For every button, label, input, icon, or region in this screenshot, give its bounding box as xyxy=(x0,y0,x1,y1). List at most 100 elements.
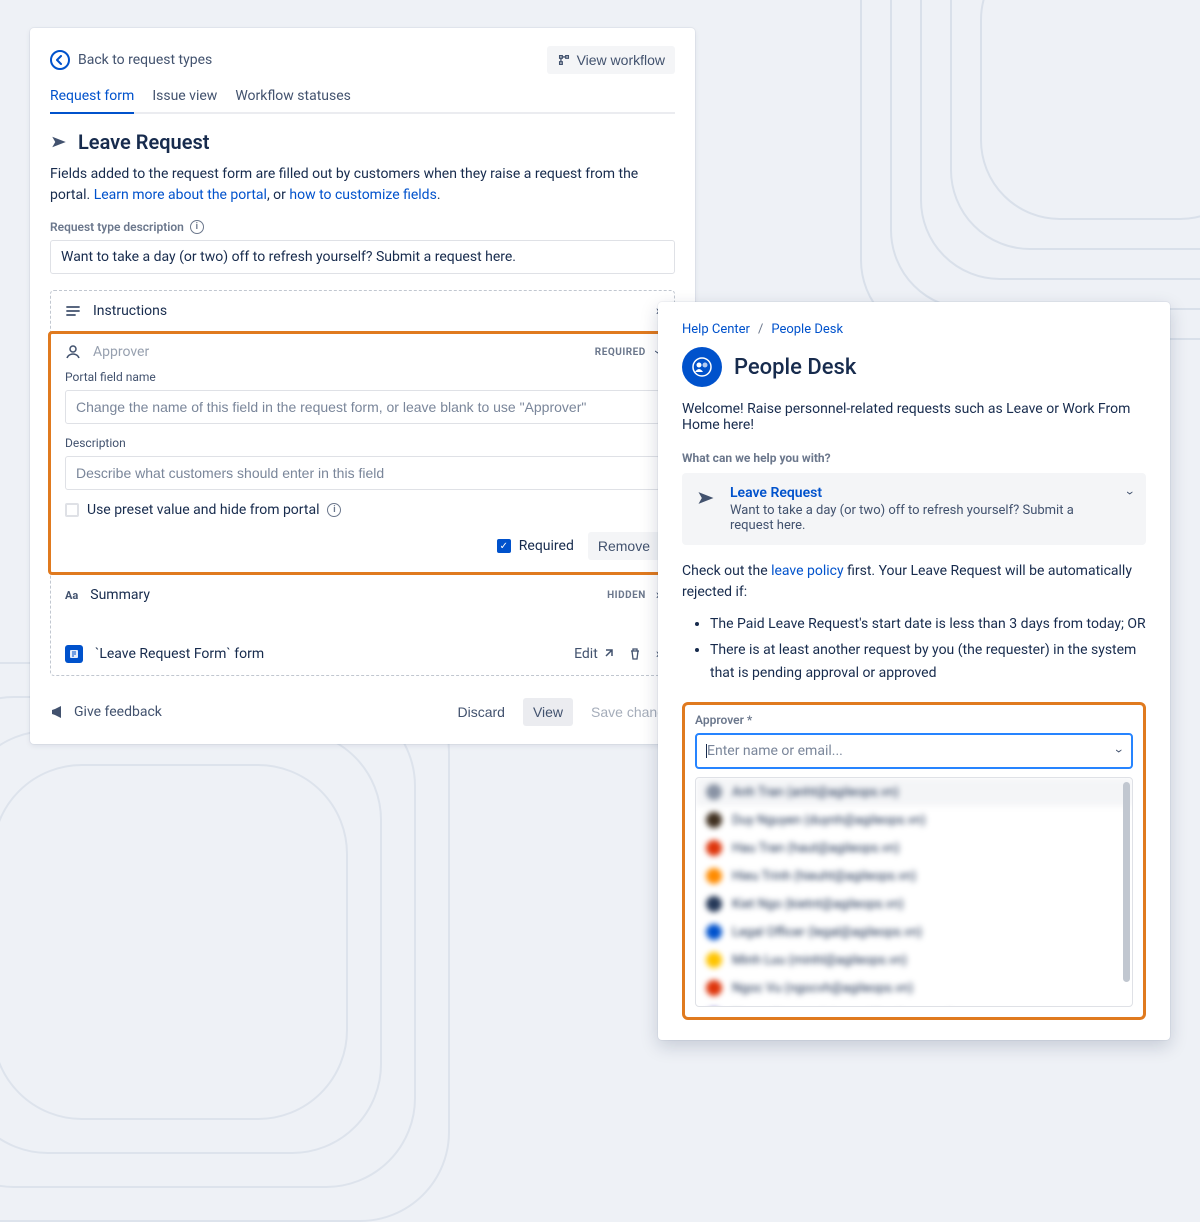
dropdown-item[interactable]: Legal Officer (legal@agileops.vn) xyxy=(696,918,1132,946)
dropdown-item-label: Kiet Ngo (kietnt@agileops.vn) xyxy=(732,897,904,912)
approver-field-label: Approver * xyxy=(695,713,1133,727)
portal-field-label: Portal field name xyxy=(65,370,660,384)
trash-icon[interactable] xyxy=(628,647,642,661)
avatar xyxy=(706,812,722,828)
edit-link[interactable]: Edit xyxy=(574,646,614,662)
bullet-item: There is at least another request by you… xyxy=(710,639,1146,684)
avatar xyxy=(706,840,722,856)
airplane-icon xyxy=(50,133,68,151)
breadcrumb: Help Center / People Desk xyxy=(682,322,1146,337)
description-input[interactable] xyxy=(65,456,660,490)
avatar xyxy=(706,924,722,940)
back-arrow-icon xyxy=(50,50,70,70)
leave-request-form-row[interactable]: `Leave Request Form` form Edit › xyxy=(51,633,674,675)
dropdown-item[interactable]: Hau Tran (haut@agileops.vn) xyxy=(696,834,1132,862)
request-card-title: Leave Request xyxy=(730,485,1114,501)
request-card-subtitle: Want to take a day (or two) off to refre… xyxy=(730,503,1114,533)
portal-preview-panel: Help Center / People Desk People Desk We… xyxy=(658,302,1170,1040)
text-aa-icon: Aa xyxy=(65,589,78,602)
info-icon[interactable]: i xyxy=(327,503,341,517)
dropdown-item-label: Duy Nguyen (duynh@agileops.vn) xyxy=(732,813,926,828)
avatar xyxy=(706,896,722,912)
request-type-card[interactable]: Leave Request Want to take a day (or two… xyxy=(682,473,1146,545)
approver-dropdown: Anh Tran (anht@agileops.vn) Duy Nguyen (d… xyxy=(695,777,1133,1007)
dropdown-item[interactable]: Minh Luu (minhl@agileops.vn) xyxy=(696,946,1132,974)
avatar xyxy=(706,980,722,996)
dropdown-item[interactable]: Duy Nguyen (duynh@agileops.vn) xyxy=(696,806,1132,834)
avatar xyxy=(706,868,722,884)
tab-workflow-statuses[interactable]: Workflow statuses xyxy=(235,88,351,112)
portal-field-name-input[interactable] xyxy=(65,390,660,424)
required-checkbox-row[interactable]: ✓ Required xyxy=(497,538,574,554)
back-link[interactable]: Back to request types xyxy=(50,50,212,70)
avatar xyxy=(706,784,722,800)
dropdown-item-label: Hieu Trinh (hieuht@agileops.vn) xyxy=(732,869,916,884)
discard-button[interactable]: Discard xyxy=(447,698,514,726)
policy-bullets: The Paid Leave Request's start date is l… xyxy=(682,613,1146,684)
portal-welcome: Welcome! Raise personnel-related request… xyxy=(682,401,1146,433)
help-with-label: What can we help you with? xyxy=(682,451,1146,465)
chevron-down-icon: › xyxy=(1122,491,1138,495)
text-lines-icon xyxy=(65,303,81,319)
info-icon[interactable]: i xyxy=(190,220,204,234)
form-doc-icon xyxy=(65,645,83,663)
hidden-badge: HIDDEN xyxy=(607,590,646,601)
approver-select-input[interactable]: Enter name or email... › xyxy=(695,733,1133,769)
instructions-label: Instructions xyxy=(93,303,167,319)
dropdown-item[interactable]: Ngoc Vu (ngocvh@agileops.vn) xyxy=(696,974,1132,1002)
decorative-arcs-bottom xyxy=(0,662,450,1222)
request-form-panel: Back to request types View workflow Requ… xyxy=(30,28,695,744)
customize-fields-link[interactable]: how to customize fields xyxy=(289,187,436,203)
dropdown-item-label: Ngoc Vu (ngocvh@agileops.vn) xyxy=(732,981,913,996)
chevron-down-icon: › xyxy=(1111,749,1127,753)
people-desk-logo xyxy=(682,347,722,387)
avatar xyxy=(706,952,722,968)
field-summary[interactable]: Aa Summary HIDDEN › xyxy=(51,575,674,615)
checkbox-unchecked-icon xyxy=(65,503,79,517)
leave-policy-link[interactable]: leave policy xyxy=(771,563,844,579)
dropdown-item[interactable]: Kiet Ngo (kietnt@agileops.vn) xyxy=(696,890,1132,918)
dropdown-item[interactable]: Hieu Trinh (hieuht@agileops.vn) xyxy=(696,862,1132,890)
tab-request-form[interactable]: Request form xyxy=(50,88,134,112)
dropdown-item[interactable]: Anh Tran (anht@agileops.vn) xyxy=(696,778,1132,806)
tabs: Request form Issue view Workflow statuse… xyxy=(50,88,675,114)
field-approver-expanded: Approver REQUIRED › Portal field name De… xyxy=(48,331,677,575)
approver-portal-field: Approver * Enter name or email... › Anh … xyxy=(682,702,1146,1020)
view-workflow-button[interactable]: View workflow xyxy=(547,46,675,74)
approver-name: Approver xyxy=(93,344,149,360)
policy-text: Check out the leave policy first. Your L… xyxy=(682,561,1146,603)
dropdown-item[interactable]: Phong Nguyen (phongnl@agileops.vn) xyxy=(696,1002,1132,1007)
checkbox-checked-icon: ✓ xyxy=(497,539,511,553)
portal-title: People Desk xyxy=(734,355,856,380)
tab-issue-view[interactable]: Issue view xyxy=(152,88,217,112)
page-title: Leave Request xyxy=(78,130,209,154)
dropdown-item-label: Minh Luu (minhl@agileops.vn) xyxy=(732,953,907,968)
bullet-item: The Paid Leave Request's start date is l… xyxy=(710,613,1146,635)
back-label: Back to request types xyxy=(78,52,212,68)
request-type-desc-label: Request type description i xyxy=(50,220,675,234)
required-badge: REQUIRED xyxy=(595,347,646,358)
preset-value-checkbox-row[interactable]: Use preset value and hide from portal i xyxy=(65,502,660,518)
summary-label: Summary xyxy=(90,587,150,603)
give-feedback-link[interactable]: Give feedback xyxy=(50,704,162,720)
person-icon xyxy=(65,344,81,360)
megaphone-icon xyxy=(50,704,66,720)
crumb-people-desk[interactable]: People Desk xyxy=(771,322,843,337)
view-button[interactable]: View xyxy=(523,698,573,726)
request-type-description[interactable]: Want to take a day (or two) off to refre… xyxy=(50,240,675,274)
decorative-arcs-top xyxy=(860,0,1200,340)
leave-form-label: `Leave Request Form` form xyxy=(95,646,264,662)
workflow-icon xyxy=(557,53,571,67)
crumb-help-center[interactable]: Help Center xyxy=(682,322,750,337)
field-instructions[interactable]: Instructions › xyxy=(51,291,674,331)
external-link-icon xyxy=(602,648,614,660)
airplane-icon xyxy=(696,487,716,509)
description-field-label: Description xyxy=(65,436,660,450)
form-fields-container: Instructions › Approver REQUIRED › Porta… xyxy=(50,290,675,676)
dropdown-item-label: Hau Tran (haut@agileops.vn) xyxy=(732,841,900,856)
intro-text: Fields added to the request form are fil… xyxy=(50,164,675,206)
dropdown-item-label: Anh Tran (anht@agileops.vn) xyxy=(732,785,899,800)
learn-more-link[interactable]: Learn more about the portal xyxy=(94,187,267,203)
remove-button[interactable]: Remove xyxy=(588,532,660,560)
scrollbar[interactable] xyxy=(1123,782,1130,982)
